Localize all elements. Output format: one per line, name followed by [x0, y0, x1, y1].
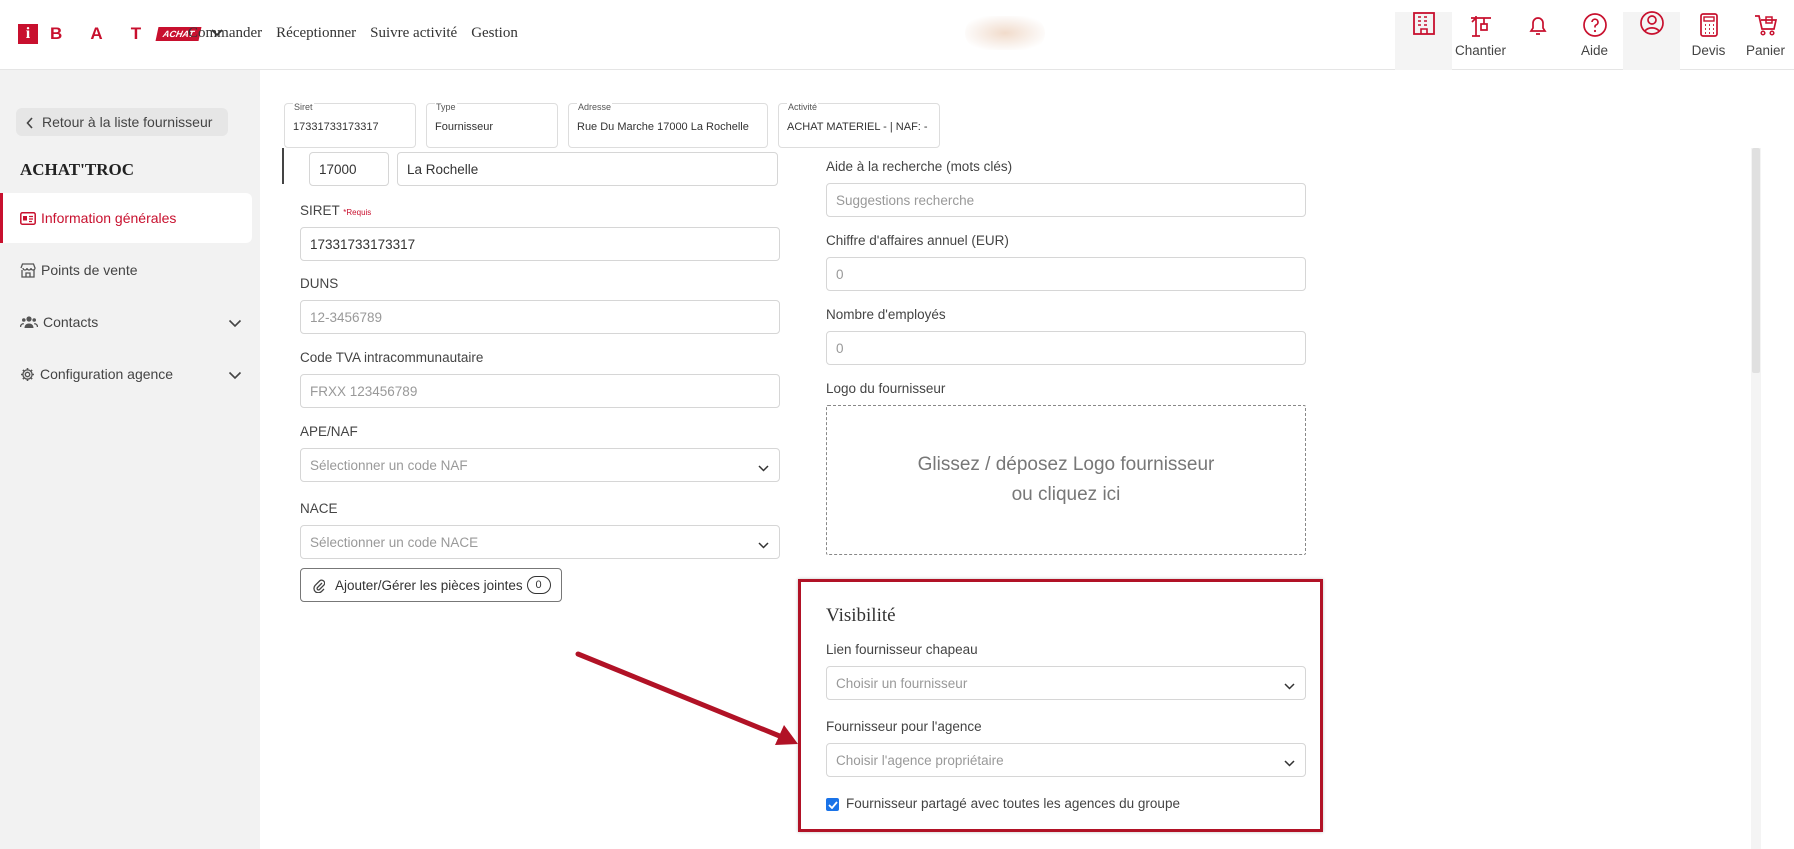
help-icon — [1582, 12, 1608, 40]
scrollbar[interactable] — [1751, 148, 1761, 849]
users-icon — [20, 315, 38, 329]
building-icon — [1411, 10, 1437, 38]
help-button[interactable]: Aide — [1566, 0, 1623, 70]
building-button[interactable] — [1395, 12, 1452, 70]
sidebar-item-configuration[interactable]: Configuration agence — [0, 349, 252, 399]
devis-button[interactable]: Devis — [1680, 0, 1737, 70]
sidebar-item-contacts[interactable]: Contacts — [0, 297, 252, 347]
main-content: Siret 17331733173317 Type Fournisseur Ad… — [260, 70, 1794, 849]
chevron-left-icon — [26, 116, 34, 132]
sidebar-item-label: Configuration agence — [40, 366, 174, 382]
nav-suivre-activite[interactable]: Suivre activité — [370, 25, 457, 42]
main-nav: Commander Réceptionner Suivre activité G… — [188, 25, 518, 42]
sidebar-item-label: Points de vente — [41, 262, 138, 278]
logo-letters: B A T — [50, 24, 154, 43]
sidebar-item-points-de-vente[interactable]: Points de vente — [0, 245, 252, 295]
id-card-icon — [20, 211, 36, 225]
blurred-area — [965, 16, 1045, 50]
company-name: ACHAT'TROC — [20, 160, 134, 179]
crane-icon — [1468, 12, 1494, 40]
chevron-down-icon[interactable] — [228, 315, 242, 331]
store-icon — [20, 262, 36, 278]
top-bar: i B A T ACHAT Commander Réceptionner Sui… — [0, 0, 1794, 70]
nav-gestion[interactable]: Gestion — [471, 25, 518, 42]
notifications-button[interactable] — [1509, 0, 1566, 70]
top-icon-bar: Chantier Aide Devis Panier — [1395, 0, 1794, 70]
chevron-down-icon[interactable] — [228, 367, 242, 383]
scrollbar-thumb[interactable] — [1752, 148, 1760, 373]
panier-button[interactable]: Panier — [1737, 0, 1794, 70]
nav-commander[interactable]: Commander — [188, 25, 262, 42]
cart-icon — [1753, 12, 1779, 40]
chantier-button[interactable]: Chantier — [1452, 0, 1509, 70]
sidebar-item-label: Contacts — [43, 314, 99, 330]
account-button[interactable] — [1623, 10, 1680, 70]
back-to-list-button[interactable]: Retour à la liste fournisseur — [16, 108, 229, 136]
sidebar-item-label: Information générales — [41, 210, 177, 226]
annotation-arrow — [575, 651, 798, 745]
logo-i: i — [18, 24, 38, 44]
user-icon — [1639, 10, 1665, 38]
sidebar-item-information[interactable]: Information générales — [0, 193, 252, 243]
nav-receptionner[interactable]: Réceptionner — [276, 25, 356, 42]
back-label: Retour à la liste fournisseur — [42, 114, 213, 130]
bell-icon — [1525, 12, 1551, 40]
calculator-icon — [1696, 12, 1722, 40]
sidebar: Retour à la liste fournisseur ACHAT'TROC… — [0, 70, 260, 849]
gear-icon — [20, 367, 35, 382]
